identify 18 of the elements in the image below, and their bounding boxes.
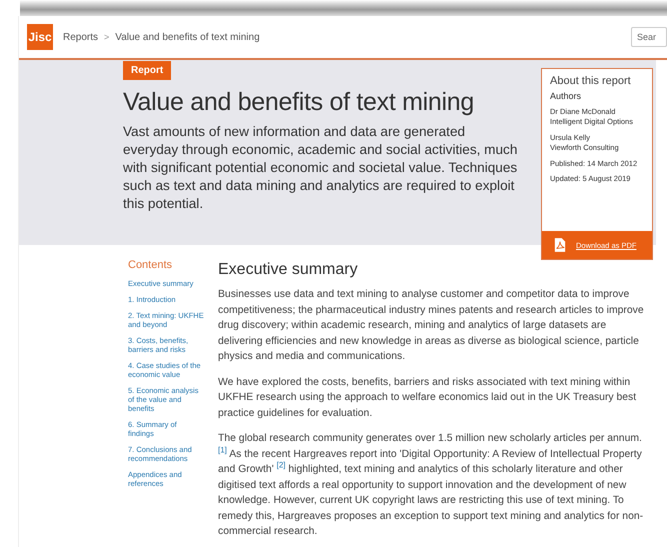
paragraph: Businesses use data and text mining to analyse customer and competitor data to improve competitiveness; the pharmaceutical industry mines patents and research articles to improve drug discovery; within academic research, mining and analytics of large datasets are delivering efficiencies and new knowledge in areas as diverse as biological science, particle physics and media and communications. bbox=[218, 288, 645, 364]
panel-title: About this report bbox=[550, 75, 632, 87]
breadcrumb-link[interactable]: Reports bbox=[63, 32, 98, 42]
paragraph: We have explored the costs, benefits, barriers and risks associated with text mining within UKFHE research using the approach to welfare economics laid out in the UK Treasury best practice guidelines for evaluation. bbox=[218, 376, 638, 420]
section-heading: Executive summary bbox=[218, 261, 359, 279]
contents-heading: Contents bbox=[128, 259, 174, 271]
breadcrumb-separator: > bbox=[104, 32, 110, 42]
logo[interactable]: Jisc bbox=[27, 24, 53, 50]
search-field[interactable]: Sear bbox=[631, 27, 667, 47]
report-tag: Report bbox=[123, 61, 172, 80]
footnote-link[interactable]: [1] bbox=[218, 445, 227, 454]
breadcrumb-link[interactable]: Value and benefits of text mining bbox=[115, 32, 260, 42]
summary-text: Vast amounts of new information and data are generated everyday through economic, academic and social activities, much with significant potential economic and societal value. Techniques such as text and data mining and analytics are required to exploit this potential. bbox=[123, 123, 518, 213]
footnote-link[interactable]: [2] bbox=[276, 460, 286, 470]
page-title: Value and benefits of text mining bbox=[123, 88, 475, 117]
paragraph: The global research community generates over 1.5 million new scholarly articles per annum. $^{[1]}$ As the recent Hargreaves report into 'Digital Opportunity: A Review of Intellectual Property and Growth' $^{[2]}$ highlighted, text mining and analytics of this scholarly literature and other digitised text affords a real opportunity to support innovation and the development of new knowledge. However, current UK copyright laws are restricting this use of text mining. To remedy this, Hargreaves proposes an exception to support text mining and analytics for non-commercial research. bbox=[218, 432, 644, 539]
authors-heading: Authors bbox=[550, 91, 582, 101]
pdf-icon bbox=[554, 238, 566, 252]
